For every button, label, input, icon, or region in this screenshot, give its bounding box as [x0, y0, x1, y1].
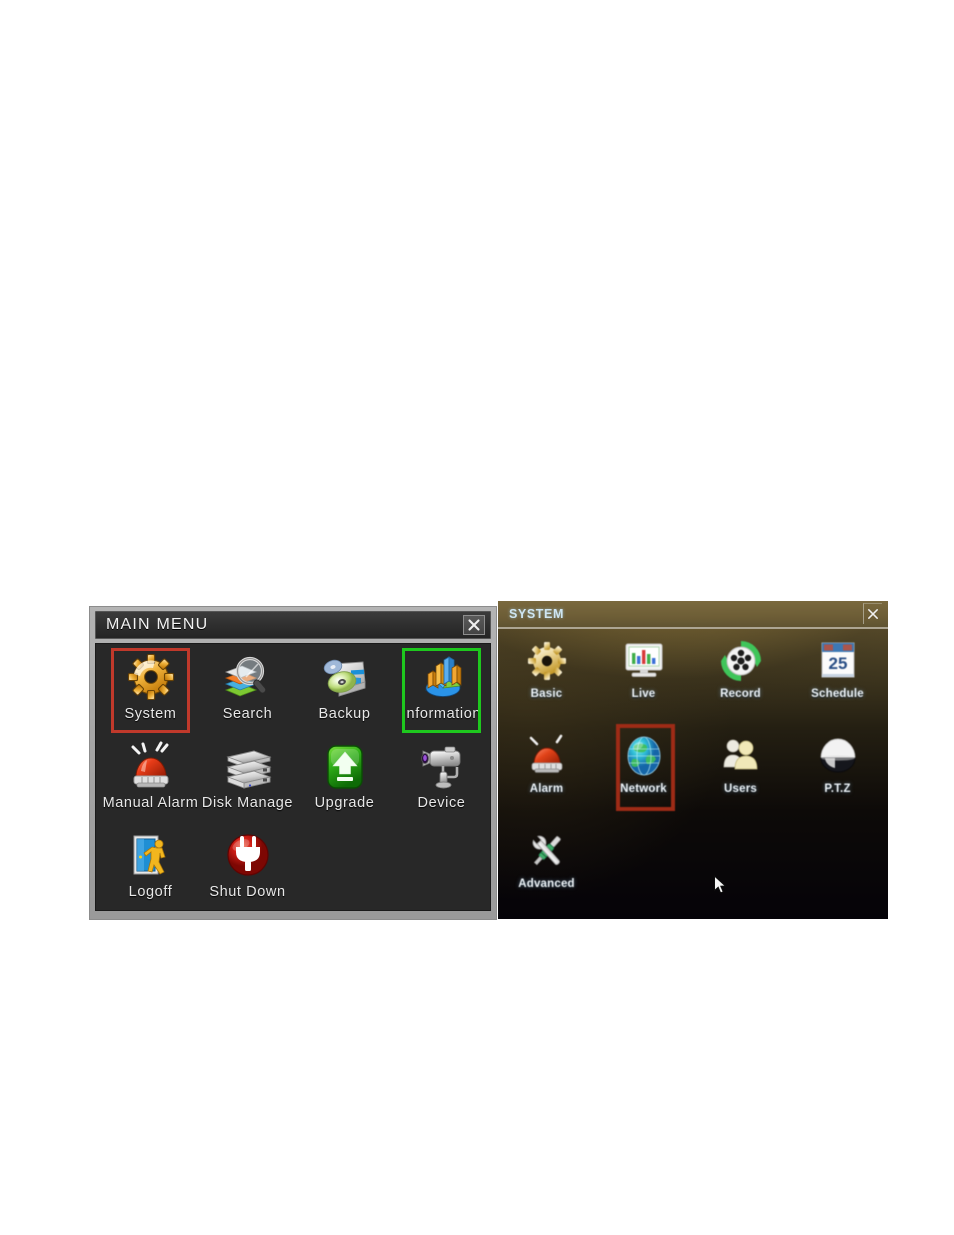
alarm-siren-icon: [123, 741, 179, 793]
power-plug-icon: [220, 830, 276, 882]
bar-pie-chart-icon: [414, 652, 470, 704]
menu-item-label: Manual Alarm: [102, 795, 199, 811]
users-icon: [718, 733, 764, 779]
menu-item-manual-alarm[interactable]: Manual Alarm: [102, 737, 199, 826]
system-item-ptz[interactable]: P.T.Z: [789, 724, 886, 819]
menu-item-upgrade[interactable]: Upgrade: [296, 737, 393, 826]
menu-item-label: Logoff: [128, 884, 173, 900]
globe-icon: [621, 733, 667, 779]
system-item-label: Network: [620, 783, 667, 795]
menu-item-information[interactable]: Information: [393, 648, 490, 737]
system-item-label: Alarm: [529, 783, 564, 795]
monitor-chart-icon: [621, 638, 667, 684]
menu-item-search[interactable]: Search: [199, 648, 296, 737]
close-icon[interactable]: [863, 603, 882, 624]
system-item-label: Record: [720, 688, 761, 700]
close-icon[interactable]: [463, 615, 485, 635]
system-item-label: P.T.Z: [824, 783, 851, 795]
menu-item-system[interactable]: System: [102, 648, 199, 737]
system-item-label: Advanced: [518, 878, 575, 890]
disc-drive-icon: [317, 652, 373, 704]
system-item-users[interactable]: Users: [692, 724, 789, 819]
system-item-record[interactable]: Record: [692, 629, 789, 724]
calendar-icon: 25: [815, 638, 861, 684]
gear-icon: [524, 638, 570, 684]
magnifier-books-icon: [220, 652, 276, 704]
camera-icon: [414, 741, 470, 793]
system-item-advanced[interactable]: Advanced: [498, 819, 595, 914]
menu-item-label: Information: [401, 706, 482, 722]
system-item-label: Live: [631, 688, 656, 700]
system-item-label: Schedule: [811, 688, 864, 700]
menu-item-backup[interactable]: Backup: [296, 648, 393, 737]
main-menu-body: System Search Backup Information Manual …: [95, 643, 491, 911]
main-menu-window: MAIN MENU System Search Backup Informati…: [90, 607, 496, 919]
menu-item-device[interactable]: Device: [393, 737, 490, 826]
main-menu-titlebar: MAIN MENU: [95, 611, 491, 639]
menu-item-label: Disk Manage: [201, 795, 294, 811]
system-item-label: Users: [724, 783, 757, 795]
menu-item-label: Upgrade: [314, 795, 375, 811]
system-item-basic[interactable]: Basic: [498, 629, 595, 724]
tools-icon: [524, 828, 570, 874]
system-item-alarm[interactable]: Alarm: [498, 724, 595, 819]
menu-item-logoff[interactable]: Logoff: [102, 826, 199, 915]
menu-item-shut-down[interactable]: Shut Down: [199, 826, 296, 915]
gear-icon: [123, 652, 179, 704]
menu-item-label: Device: [417, 795, 466, 811]
door-exit-icon: [123, 830, 179, 882]
menu-item-label: Shut Down: [209, 884, 286, 900]
menu-item-label: System: [124, 706, 177, 722]
system-item-network[interactable]: Network: [595, 724, 692, 819]
system-title: SYSTEM: [509, 607, 564, 621]
menu-item-disk-manage[interactable]: Disk Manage: [199, 737, 296, 826]
menu-item-label: Search: [222, 706, 273, 722]
dome-camera-icon: [815, 733, 861, 779]
main-menu-grid: System Search Backup Information Manual …: [102, 648, 490, 915]
system-window: SYSTEM Basic Live Record 25 Schedule Ala…: [498, 601, 888, 919]
system-item-live[interactable]: Live: [595, 629, 692, 724]
film-reel-icon: [718, 638, 764, 684]
system-item-schedule[interactable]: 25 Schedule: [789, 629, 886, 724]
menu-item-label: Backup: [318, 706, 371, 722]
alarm-siren-icon: [524, 733, 570, 779]
main-menu-title: MAIN MENU: [106, 616, 209, 633]
system-item-label: Basic: [530, 688, 563, 700]
system-menu-grid: Basic Live Record 25 Schedule Alarm Netw…: [498, 629, 888, 914]
system-titlebar: SYSTEM: [498, 601, 888, 629]
up-arrow-icon: [317, 741, 373, 793]
calendar-day: 25: [828, 654, 847, 673]
hard-disks-icon: [220, 741, 276, 793]
